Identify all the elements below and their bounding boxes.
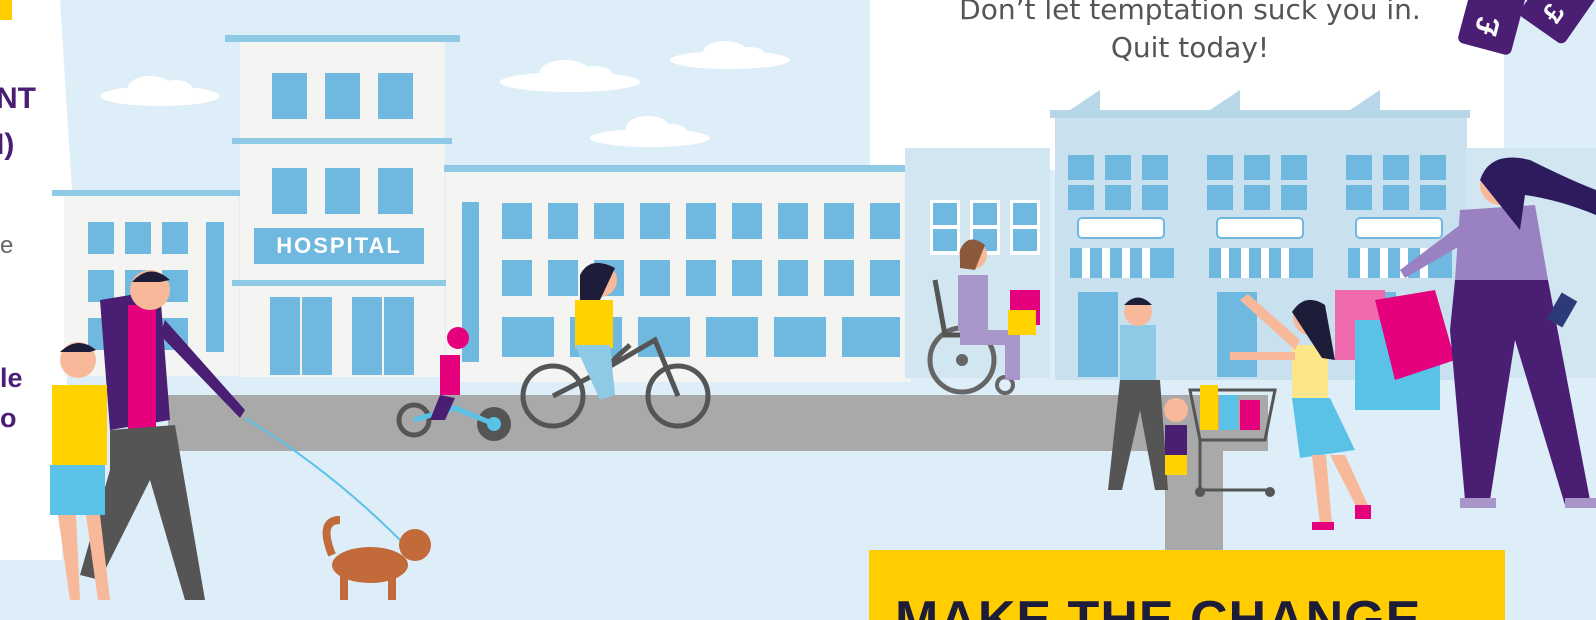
message-line-1: Don’t let temptation suck you in. xyxy=(959,0,1421,26)
message-text: Don’t let temptation suck you in. Quit t… xyxy=(870,0,1510,67)
left-text-fragment-4: le xyxy=(0,363,23,393)
road xyxy=(168,395,1268,451)
hospital-sign-label: HOSPITAL xyxy=(276,233,402,258)
hospital-sign: HOSPITAL xyxy=(254,228,424,264)
left-text-fragment-3: e xyxy=(0,232,14,259)
make-the-change-label: MAKE THE CHANGE xyxy=(895,591,1422,620)
street-scene-illustration: £ £ xyxy=(0,0,1596,605)
left-text-fragment-1: NT xyxy=(0,82,36,115)
left-panel-text: NT I) e le o xyxy=(0,0,60,605)
left-text-fragment-2: I) xyxy=(0,128,15,161)
message-line-2: Quit today! xyxy=(1110,31,1270,64)
long-building xyxy=(444,165,924,382)
make-the-change-banner: MAKE THE CHANGE xyxy=(869,550,1505,620)
left-text-fragment-5: o xyxy=(0,403,17,433)
hospital-building xyxy=(225,35,460,377)
